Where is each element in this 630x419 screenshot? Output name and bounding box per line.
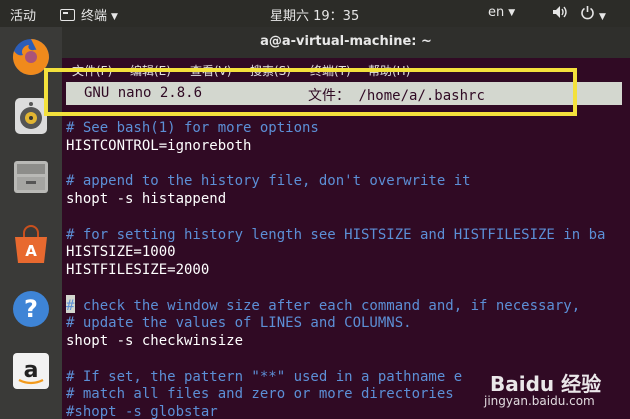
app-menu-label: 终端 — [81, 9, 108, 24]
svg-text:A: A — [25, 242, 37, 260]
editor-line: HISTFILESIZE=2000 — [66, 262, 210, 278]
editor-line: # match all files and zero or more direc… — [66, 386, 454, 403]
watermark-url: jingyan.baidu.com — [484, 394, 595, 408]
editor-line: HISTSIZE=1000 — [66, 244, 176, 261]
svg-text:a: a — [24, 358, 39, 383]
app-menu-terminal[interactable]: 终端 ▼ — [60, 5, 118, 24]
editor-line: HISTCONTROL=ignoreboth — [66, 137, 252, 154]
language-label: en — [488, 5, 505, 20]
input-language-indicator[interactable]: en ▼ — [488, 5, 515, 20]
window-titlebar[interactable]: a@a-virtual-machine: ~ — [62, 27, 630, 58]
editor-line: # for setting history length see HISTSIZ… — [66, 226, 606, 243]
chevron-down-icon: ▼ — [508, 8, 516, 18]
editor-line: shopt -s histappend — [66, 191, 227, 207]
svg-text:?: ? — [24, 295, 38, 323]
baidu-watermark: Baidu 经验 jingyan.baidu.com — [478, 360, 628, 416]
highlight-annotation — [44, 68, 577, 116]
terminal-icon — [60, 9, 75, 21]
editor-line: # If set, the pattern "**" used in a pat… — [66, 368, 463, 385]
editor-line: # See bash(1) for more options — [66, 120, 319, 136]
window-title: a@a-virtual-machine: ~ — [260, 34, 432, 49]
chevron-down-icon: ▼ — [111, 12, 118, 22]
help-icon[interactable]: ? — [9, 287, 53, 331]
editor-line: # update the values of LINES and COLUMNS… — [66, 315, 412, 332]
editor-line: # check the window size after each comma… — [66, 297, 581, 314]
power-icon[interactable]: ▼ — [580, 5, 606, 24]
activities-button[interactable]: 活动 — [10, 5, 36, 24]
editor-line: shopt -s checkwinsize — [66, 333, 244, 349]
editor-line: #shopt -s globstar — [66, 404, 218, 419]
amazon-icon[interactable]: a — [9, 349, 53, 393]
watermark-logo: Baidu 经验 — [490, 372, 602, 396]
files-icon[interactable] — [9, 155, 53, 199]
top-panel: 活动 终端 ▼ 星期六 19：35 en ▼ ▼ — [0, 0, 630, 27]
editor-line: # append to the history file, don't over… — [66, 173, 471, 190]
software-center-icon[interactable]: A — [9, 223, 53, 267]
clock[interactable]: 星期六 19：35 — [270, 5, 359, 24]
volume-icon[interactable] — [552, 5, 568, 23]
chevron-down-icon: ▼ — [599, 12, 606, 22]
